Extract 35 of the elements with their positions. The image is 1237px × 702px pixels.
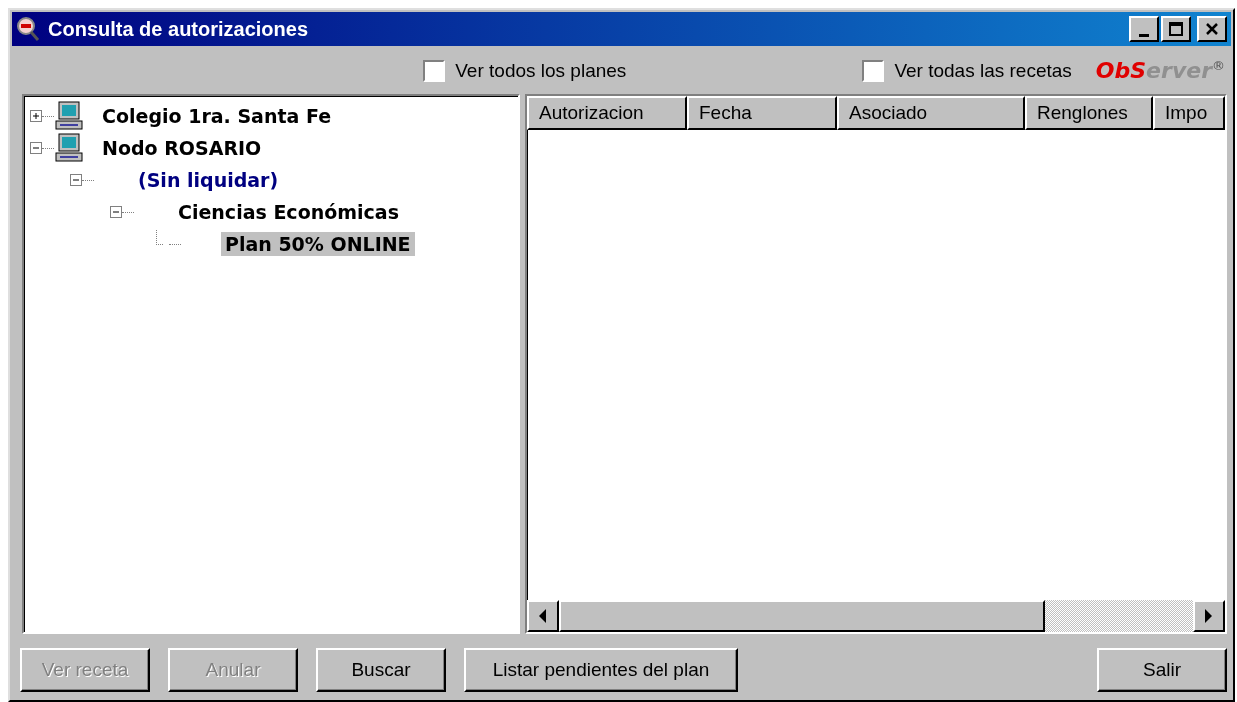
action-button[interactable]: Buscar [316, 648, 446, 692]
checkbox[interactable] [423, 60, 446, 82]
column-header[interactable]: Fecha [687, 96, 837, 130]
checkbox-label[interactable]: Ver todas las recetas [894, 60, 1072, 82]
close-icon [1205, 22, 1219, 36]
left-arrow-icon [539, 609, 547, 623]
tree-item[interactable]: (Sin liquidar) [134, 168, 283, 192]
scroll-left-button[interactable] [527, 600, 559, 632]
magnifier-icon [16, 16, 40, 42]
close-button[interactable] [1197, 16, 1227, 42]
scrollbar-thumb[interactable] [559, 600, 1045, 632]
tree-item[interactable]: Colegio 1ra. Santa Fe [98, 104, 336, 128]
column-header[interactable]: Asociado [837, 96, 1025, 130]
horizontal-scrollbar[interactable] [527, 600, 1225, 632]
scroll-right-button[interactable] [1193, 600, 1225, 632]
column-header[interactable]: Autorizacion [527, 96, 687, 130]
tree-item[interactable]: Plan 50% ONLINE [221, 232, 415, 256]
column-header[interactable]: Renglones [1025, 96, 1153, 130]
column-header[interactable]: Impo [1153, 96, 1225, 130]
tree-line [156, 229, 163, 245]
checkbox-label[interactable]: Ver todos los planes [455, 60, 627, 82]
action-button[interactable]: Listar pendientes del plan [464, 648, 738, 692]
minimize-button[interactable] [1129, 16, 1159, 42]
computer-icon [54, 133, 84, 163]
minimize-icon [1139, 33, 1149, 37]
maximize-icon [1169, 22, 1183, 36]
maximize-button[interactable] [1161, 16, 1191, 42]
window-title: Consulta de autorizaciones [48, 17, 310, 41]
computer-icon [54, 101, 84, 131]
exit-button[interactable]: Salir [1097, 648, 1227, 692]
expander-icon[interactable] [30, 110, 42, 122]
tree-item[interactable]: Ciencias Económicas [174, 200, 403, 224]
tree-item[interactable]: Nodo ROSARIO [98, 136, 266, 160]
right-arrow-icon [1205, 609, 1213, 623]
checkbox[interactable] [862, 60, 885, 82]
